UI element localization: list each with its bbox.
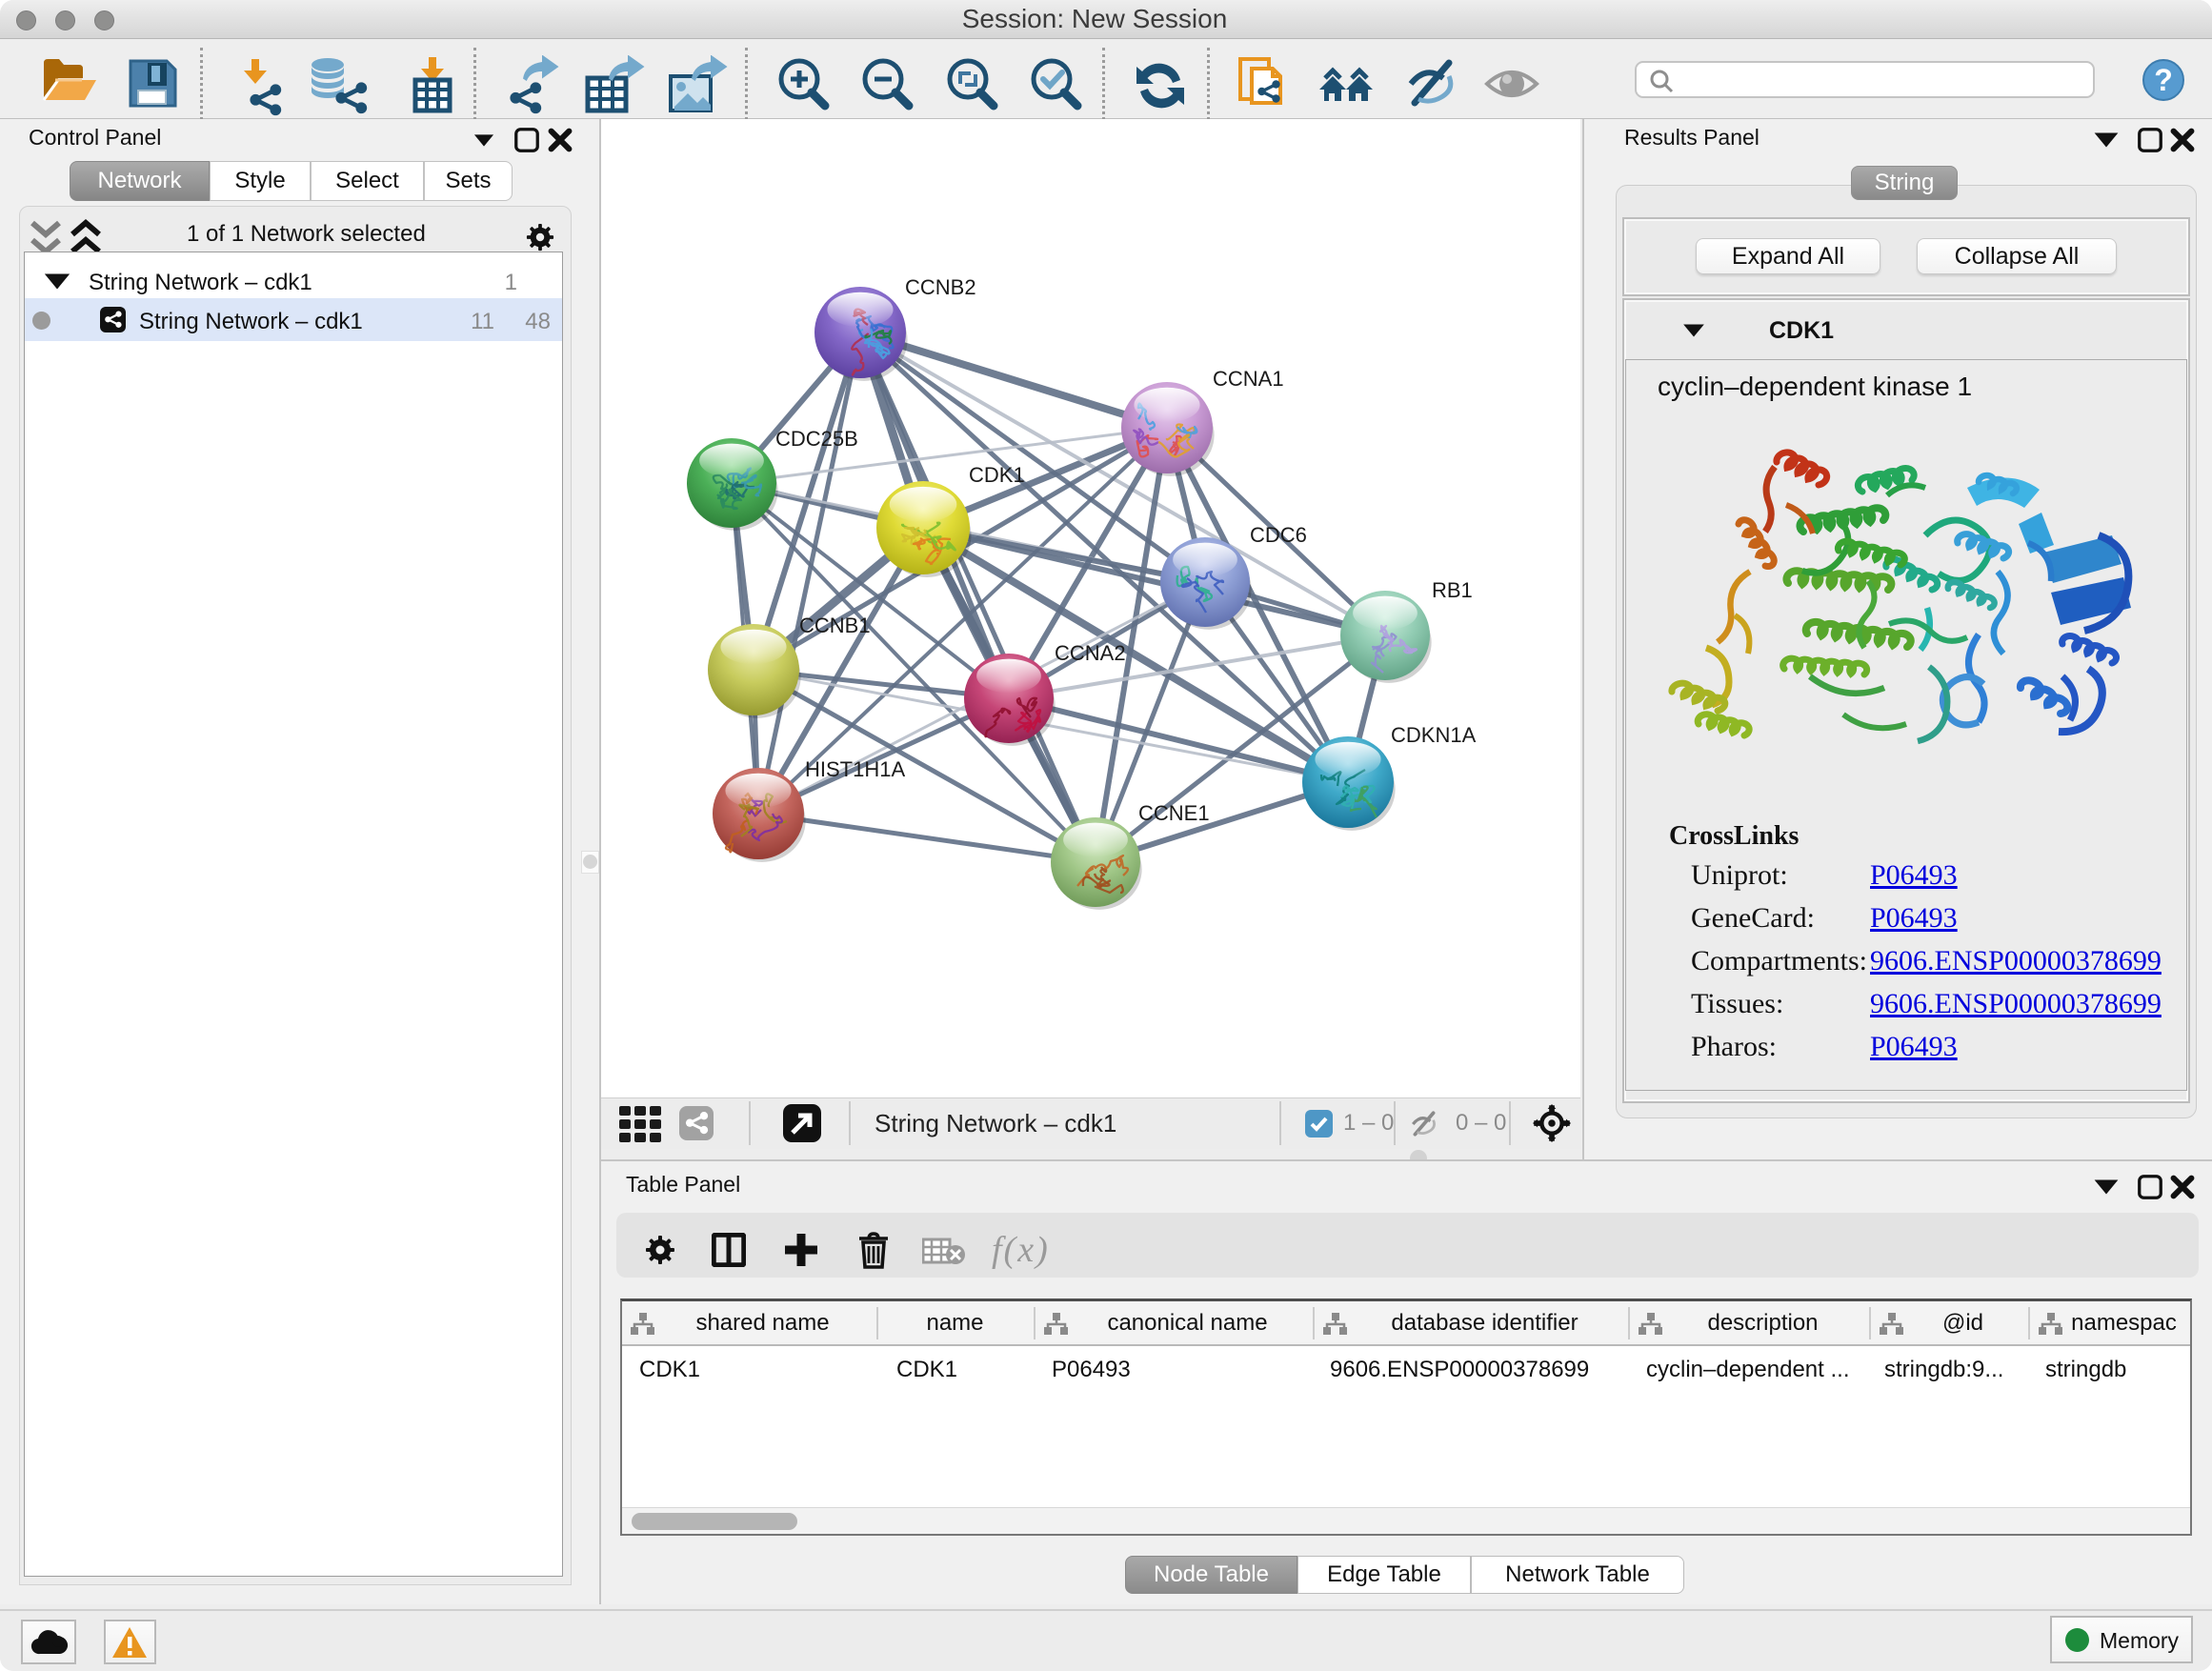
- svg-text:CCNB2: CCNB2: [905, 275, 976, 299]
- svg-text:HIST1H1A: HIST1H1A: [805, 757, 905, 781]
- svg-text:CDKN1A: CDKN1A: [1391, 723, 1477, 747]
- svg-text:?: ?: [2154, 63, 2173, 97]
- svg-text:CCNA2: CCNA2: [1055, 641, 1126, 665]
- svg-text:CDK1: CDK1: [969, 463, 1025, 487]
- svg-text:CDC6: CDC6: [1250, 523, 1307, 547]
- svg-text:CCNA1: CCNA1: [1213, 367, 1284, 391]
- svg-text:CCNE1: CCNE1: [1138, 801, 1210, 825]
- svg-text:CDC25B: CDC25B: [775, 427, 858, 451]
- svg-text:CCNB1: CCNB1: [799, 614, 871, 637]
- svg-text:RB1: RB1: [1432, 578, 1473, 602]
